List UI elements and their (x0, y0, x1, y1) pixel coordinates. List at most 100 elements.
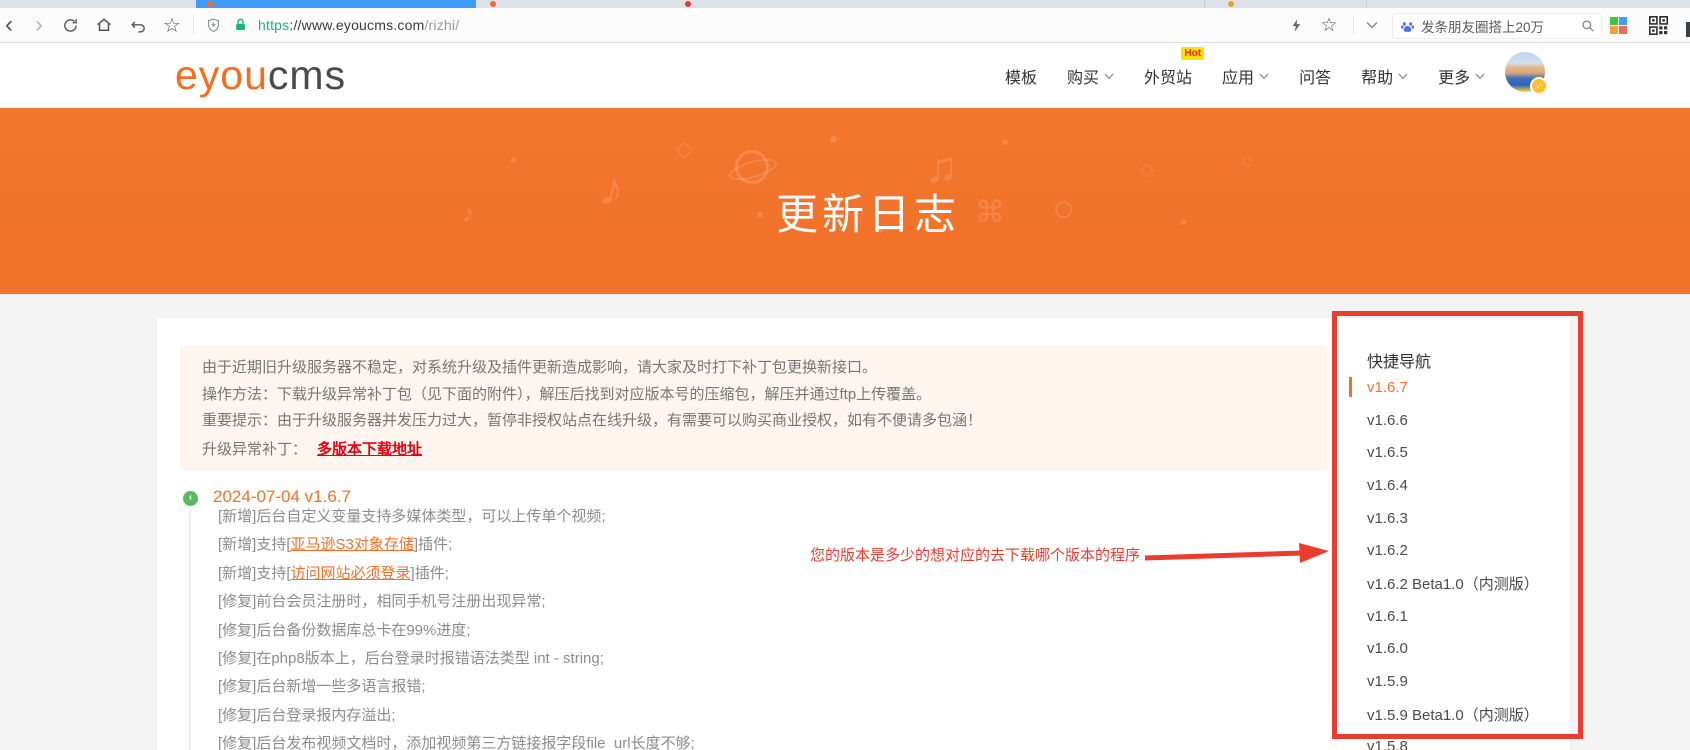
sidebar-item-v1.5.9[interactable]: v1.5.9 (1349, 665, 1539, 698)
active-indicator (1349, 541, 1352, 561)
sidebar-item-label: v1.6.2 (1367, 542, 1408, 560)
sidebar-item-v1.6.3[interactable]: v1.6.3 (1349, 502, 1539, 535)
changelog-item: [修复]后台备份数据库总卡在99%进度; (218, 617, 695, 645)
sidebar-item-v1.5.9 Beta1.0（内测版）[interactable]: v1.5.9 Beta1.0（内测版） (1349, 698, 1539, 731)
nav-item-更多[interactable]: 更多 (1438, 64, 1485, 88)
nav-item-模板[interactable]: 模板 (1005, 64, 1037, 88)
sidebar-item-label: v1.5.8 (1367, 738, 1408, 750)
baidu-icon (1400, 19, 1415, 34)
hero-decoration-icon: ■ (827, 131, 840, 147)
search-icon[interactable] (1581, 19, 1595, 33)
active-tab[interactable] (196, 0, 476, 8)
sidebar-item-label: v1.6.0 (1367, 640, 1408, 658)
address-bar[interactable]: https://www.eyoucms.com/rizhi/ (258, 8, 459, 42)
nav-label: 购买 (1067, 69, 1100, 87)
nav-item-问答[interactable]: 问答 (1299, 64, 1331, 88)
site-logo[interactable]: eyoucms (175, 52, 346, 99)
patch-label: 升级异常补丁： (202, 440, 308, 458)
hero-decoration-icon: ■ (757, 210, 764, 221)
changelog-item-text: ]插件; (410, 564, 449, 582)
shield-icon[interactable] (200, 8, 226, 42)
sidebar-item-v1.6.7[interactable]: v1.6.7 (1349, 371, 1539, 404)
reload-icon[interactable] (56, 8, 84, 42)
hero-decoration-icon: ♪ (462, 198, 475, 228)
favorite-star-icon[interactable]: ☆ (1315, 8, 1343, 42)
sidebar-item-v1.6.1[interactable]: v1.6.1 (1349, 600, 1539, 633)
sidebar-item-label: v1.6.1 (1367, 607, 1408, 625)
tab-favicon (1228, 1, 1234, 7)
chevron-down-icon (1259, 73, 1269, 80)
hero-decoration-icon: ○ (1240, 148, 1254, 173)
lightning-icon[interactable] (1283, 8, 1309, 42)
menu-icon[interactable] (1686, 22, 1690, 37)
plugin-link[interactable]: 亚马逊S3对象存储 (291, 536, 414, 553)
logo-text-cms: cms (267, 52, 347, 98)
changelog-item-text: [修复]后台新增一些多语言报错; (218, 678, 426, 696)
nav-item-应用[interactable]: 应用 (1222, 64, 1269, 88)
changelog-list: [新增]后台自定义变量支持多媒体类型，可以上传单个视频; [新增]支持[亚马逊S3… (218, 503, 695, 750)
chevron-down-icon[interactable] (1358, 8, 1386, 42)
qr-code-icon[interactable] (1644, 8, 1672, 42)
active-indicator (1349, 737, 1352, 750)
nav-item-帮助[interactable]: 帮助 (1361, 64, 1408, 88)
sidebar-item-v1.6.4[interactable]: v1.6.4 (1349, 469, 1539, 502)
tab-divider (1366, 0, 1367, 8)
sidebar-item-v1.6.2[interactable]: v1.6.2 (1349, 534, 1539, 567)
hero-planet-icon (735, 150, 769, 184)
notice-box: 由于近期旧升级服务器不稳定，对系统升级及插件更新造成影响，请大家及时打下补丁包更… (180, 345, 1327, 470)
changelog-item-text: ]插件; (413, 536, 453, 554)
patch-download-link[interactable]: 多版本下载地址 (317, 441, 422, 458)
page-title: 更新日志 (775, 191, 961, 238)
hero-decoration-icon: ⌘ (975, 196, 1005, 229)
changelog-item: [新增]支持[访问网站必须登录]插件; (218, 560, 695, 588)
annotation-arrow-icon (1144, 543, 1329, 563)
browser-tab-strip (0, 0, 1690, 8)
changelog-item-text: [修复]在php8版本上，后台登录时报错语法类型 int - string; (218, 649, 604, 667)
tab-favicon (685, 1, 691, 7)
undo-icon[interactable] (124, 8, 152, 42)
sidebar-item-v1.6.5[interactable]: v1.6.5 (1349, 436, 1539, 469)
back-icon[interactable]: ‹ (0, 8, 22, 42)
logo-text-eyou: eyou (175, 52, 268, 98)
search-hot-text: 发条朋友圈搭上20万 (1421, 20, 1545, 35)
hero-decoration-icon: ◇ (676, 136, 693, 161)
hero-decoration-icon: ■ (1180, 217, 1187, 228)
changelog-item-text: [修复]后台登录报内存溢出; (218, 706, 396, 724)
sidebar-title: 快捷导航 (1367, 354, 1432, 371)
toolbar-search-box[interactable]: 发条朋友圈搭上20万 (1392, 13, 1602, 39)
hero-decoration-icon: ◇ (1140, 159, 1154, 179)
home-icon[interactable] (90, 8, 118, 42)
plugin-link[interactable]: 访问网站必须登录 (291, 565, 411, 582)
nav-label: 应用 (1222, 69, 1255, 87)
nav-label: 帮助 (1361, 69, 1394, 87)
bookmark-star-icon[interactable]: ☆ (158, 8, 186, 42)
sidebar-version-list: v1.6.7 v1.6.6 v1.6.5 v1.6.4 v1.6.3 v1.6.2 v1.6… (1349, 371, 1539, 750)
changelog-item-text: [修复]后台发布视频文档时，添加视频第三方链接报字段file_url长度不够; (218, 735, 695, 750)
site-header: eyoucms 模板 购买 Hot 外贸站 应用 问答 帮助 更多 ✓ (0, 43, 1690, 108)
active-indicator (1349, 443, 1352, 463)
nav-item-外贸站[interactable]: Hot 外贸站 (1144, 46, 1205, 88)
sidebar-item-v1.5.8[interactable]: v1.5.8 (1349, 731, 1539, 750)
url-host: ://www.eyoucms.com (289, 17, 425, 33)
tab-divider (1204, 0, 1205, 8)
forward-icon[interactable]: › (26, 8, 52, 42)
sidebar-item-label: v1.6.4 (1367, 476, 1408, 494)
changelog-item-text: [新增]支持[ (218, 564, 291, 582)
nav-item-购买[interactable]: 购买 (1067, 64, 1114, 88)
active-indicator (1349, 672, 1352, 692)
hero-decoration-icon: ○ (1052, 188, 1075, 230)
chevron-down-icon (1104, 73, 1114, 80)
sidebar-item-label: v1.5.9 (1367, 673, 1408, 691)
sidebar-item-v1.6.0[interactable]: v1.6.0 (1349, 633, 1539, 666)
active-indicator (1349, 377, 1352, 398)
changelog-item: [修复]后台发布视频文档时，添加视频第三方链接报字段file_url长度不够; (218, 730, 695, 750)
nav-label: 问答 (1299, 69, 1332, 87)
active-indicator (1349, 508, 1352, 528)
active-indicator (1349, 704, 1352, 724)
sidebar-item-v1.6.2 Beta1.0（内测版）[interactable]: v1.6.2 Beta1.0（内测版） (1349, 567, 1539, 600)
avatar[interactable]: ✓ (1505, 52, 1548, 95)
app-grid-icon[interactable] (1610, 17, 1627, 34)
sidebar-item-v1.6.6[interactable]: v1.6.6 (1349, 404, 1539, 437)
url-scheme: https (258, 17, 290, 33)
active-indicator (1349, 410, 1352, 430)
